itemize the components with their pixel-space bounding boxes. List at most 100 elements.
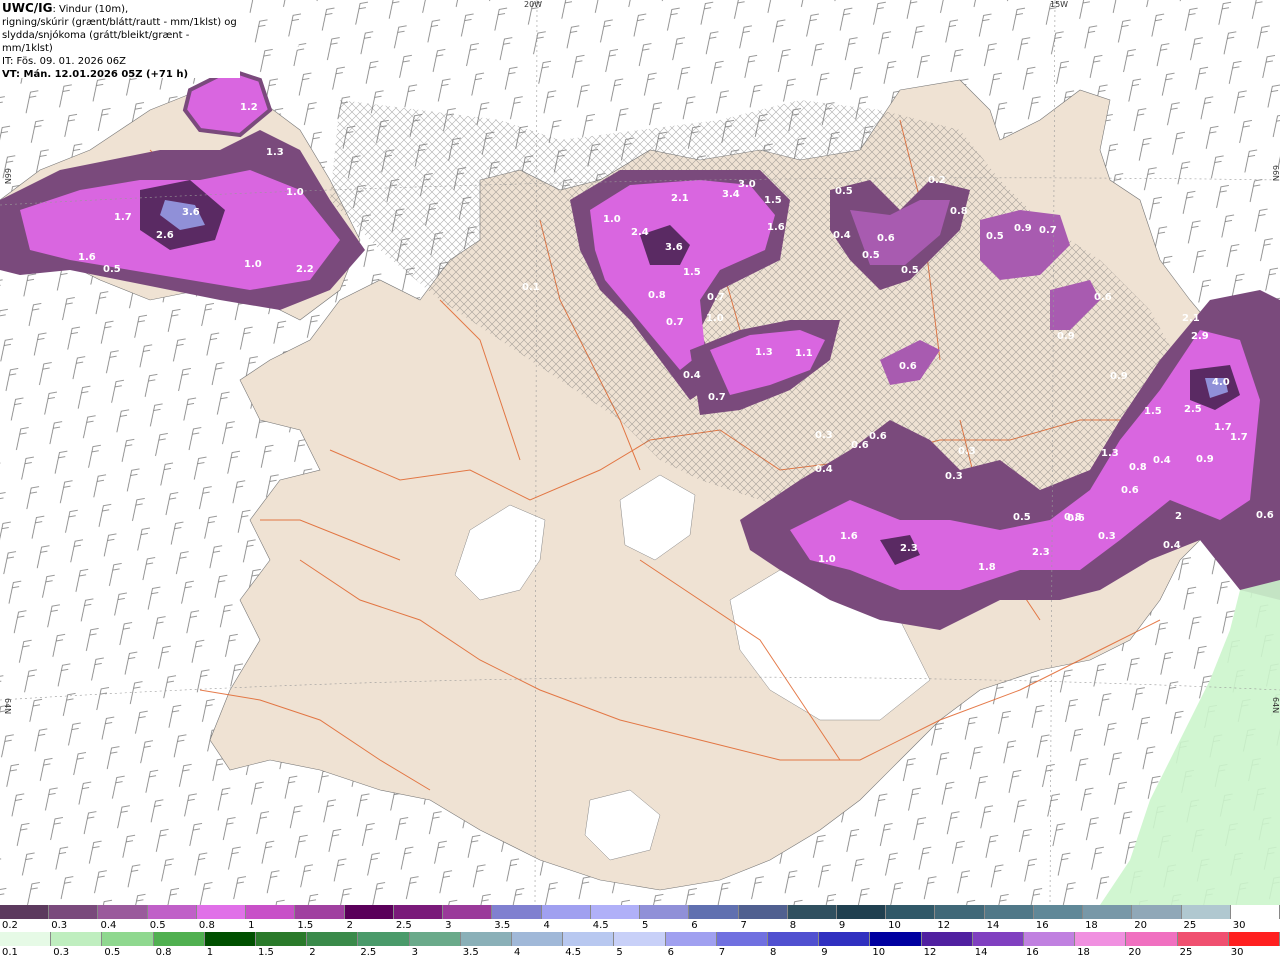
precip-label: 0.7: [1039, 225, 1057, 236]
precip-label: 0.6: [1256, 510, 1274, 521]
precip-label: 0.3: [945, 471, 963, 482]
colorbar-cell: [1132, 905, 1182, 919]
colorbar-label: 5: [642, 920, 649, 931]
colorbar-cell: [409, 932, 461, 946]
precip-label: 3.4: [722, 189, 740, 200]
colorbar-cell: [147, 905, 197, 919]
precip-label: 0.7: [666, 317, 684, 328]
precip-label: 1.5: [764, 195, 782, 206]
colorbar-cell: [1228, 932, 1280, 946]
precip-label: 0.9: [1110, 371, 1128, 382]
info-line3: slydda/snjókoma (grátt/bleikt/grænt - mm…: [2, 30, 190, 54]
precip-label: 0.6: [869, 431, 887, 442]
colorbar-label: 0.4: [100, 920, 117, 931]
colorbar-snow: [0, 905, 1280, 919]
colorbar-cell: [153, 932, 205, 946]
map-info-box: UWC/IG: Vindur (10m), rigning/skúrir (gr…: [0, 0, 240, 80]
info-line2: rigning/skúrir (grænt/blátt/rautt - mm/1…: [2, 17, 237, 28]
precip-label: 0.5: [1013, 512, 1031, 523]
colorbar-snow-labels: 0.2 0.3 0.4 0.5 0.8 1 1.5 2 2.5 3 3.5 4 4.5 5 6 7 8 9 10 12…: [0, 920, 1280, 932]
colorbar-label: 2.5: [360, 947, 377, 958]
colorbar-cell: [1024, 932, 1076, 946]
colorbar-cell: [460, 932, 513, 946]
colorbar-cell: [563, 932, 615, 946]
lat-label-66n-left: 66N: [3, 168, 12, 185]
colorbar-cell: [984, 905, 1034, 919]
colorbar-label: 9: [838, 920, 846, 931]
colorbar-label: 18: [1077, 947, 1090, 958]
precip-label: 1.5: [683, 267, 701, 278]
precip-label: 1.0: [818, 554, 836, 565]
colorbar-label: 0.3: [53, 947, 70, 958]
precip-label: 0.4: [1153, 455, 1171, 466]
colorbar-cell: [0, 905, 50, 919]
colorbar-label: 4.5: [565, 947, 582, 958]
precip-label: 1.0: [603, 214, 621, 225]
colorbar-cell: [256, 932, 308, 946]
precip-label: 0.5: [986, 231, 1004, 242]
precip-label: 0.9: [1014, 223, 1032, 234]
colorbar-cell: [921, 932, 973, 946]
valid-time: VT: Mán. 12.01.2026 05Z (+71 h): [2, 69, 189, 80]
colorbar-label: 25: [1179, 947, 1193, 958]
precip-label: 0.5: [835, 186, 853, 197]
colorbar-cell: [716, 932, 769, 946]
colorbar-cell: [541, 905, 591, 919]
precip-label: 1.6: [767, 222, 785, 233]
precip-label: 0.8: [1129, 462, 1147, 473]
precip-label: 0.5: [103, 264, 121, 275]
colorbar-label: 4.5: [592, 920, 609, 931]
colorbar-label: 1: [206, 947, 214, 958]
colorbar-cell: [1230, 905, 1280, 919]
colorbar-label: 12: [937, 920, 951, 931]
colorbar-label: 7: [740, 920, 747, 931]
precip-label: 0.3: [1098, 531, 1116, 542]
colorbar-label: 0.3: [51, 920, 68, 931]
colorbar-label: 5: [616, 947, 623, 958]
model-name: UWC/IG: [2, 1, 53, 15]
precip-label: 4.0: [1212, 377, 1230, 388]
colorbar-label: 3: [411, 947, 418, 958]
precip-label: 1.0: [244, 259, 262, 270]
colorbar-cell: [972, 932, 1025, 946]
colorbar-cell: [836, 905, 887, 919]
info-title: UWC/IG: Vindur (10m),: [2, 2, 238, 16]
colorbar-cell: [204, 932, 257, 946]
colorbar-cell: [1075, 932, 1127, 946]
colorbar-label: 8: [789, 920, 797, 931]
precip-label: 1.6: [78, 252, 96, 263]
colorbar-cell: [614, 932, 666, 946]
precip-label: 1.3: [755, 347, 773, 358]
colorbar-cell: [358, 932, 410, 946]
colorbar-label: 7: [718, 947, 726, 958]
colorbar-cell: [689, 905, 739, 919]
precip-label: 2.6: [156, 230, 174, 241]
init-time: IT: Fös. 09. 01. 2026 06Z: [2, 56, 126, 67]
colorbar-cell: [196, 905, 247, 919]
precip-label: 0.1: [522, 282, 540, 293]
precip-label: 1.7: [1230, 432, 1248, 443]
colorbar-label: 6: [691, 920, 698, 931]
colorbar-label: 18: [1085, 920, 1098, 931]
precip-label: 0.3: [282, 42, 300, 53]
colorbar-cell: [640, 905, 690, 919]
colorbar-label: 0.5: [104, 947, 121, 958]
colorbar-cell: [935, 905, 985, 919]
precip-label: 0.6: [1094, 292, 1112, 303]
precip-label: 1.6: [840, 531, 858, 542]
precip-label: 3.6: [182, 207, 200, 218]
precip-label: 0.7: [708, 392, 726, 403]
lon-label-20w: 20W: [524, 0, 543, 9]
precip-label: 1.8: [978, 562, 996, 573]
precip-label: 0.6: [877, 233, 895, 244]
precip-label: 0.8: [648, 290, 666, 301]
precip-label: 0.2: [928, 175, 946, 186]
lat-label-64n-right: 64N: [1271, 697, 1280, 714]
precip-label: 2.3: [1032, 547, 1050, 558]
precip-label: 1.7: [114, 212, 132, 223]
precip-label: 0.6: [899, 361, 917, 372]
colorbar-label: 6: [667, 947, 674, 958]
colorbar-label: 3: [445, 920, 452, 931]
colorbar-label: 4: [543, 920, 550, 931]
precip-label: 3.6: [665, 242, 683, 253]
